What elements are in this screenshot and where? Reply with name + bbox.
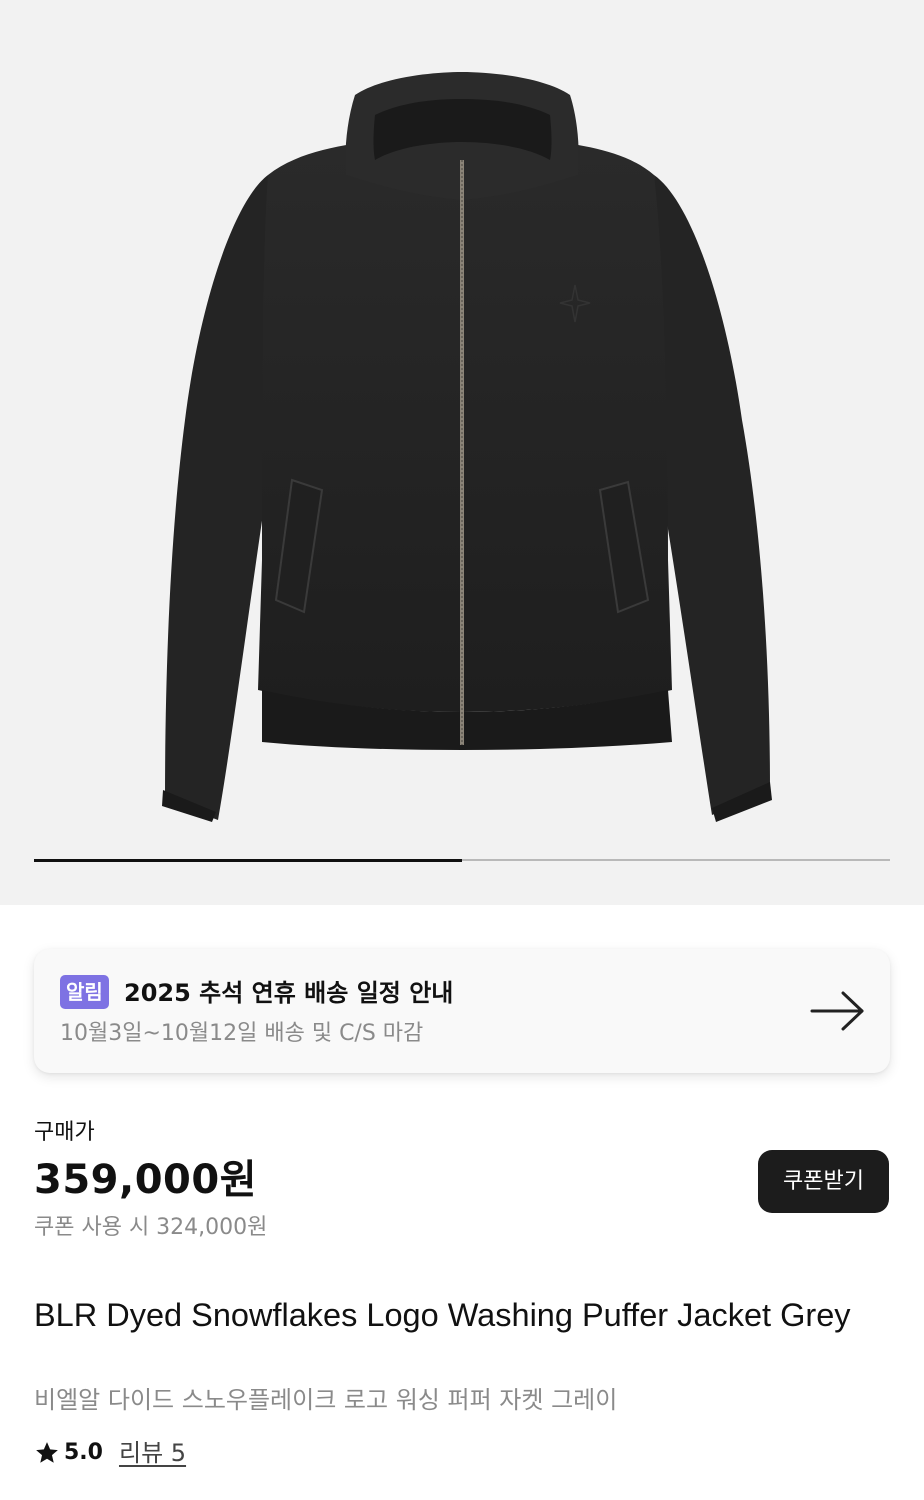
price-label: 구매가 — [34, 1120, 95, 1145]
price-amount: 359,000원 — [34, 1157, 257, 1203]
image-slide-indicator-fill — [34, 858, 462, 862]
notice-title: 2025 추석 연휴 배송 일정 안내 — [124, 979, 454, 1007]
rating-value: 5.0 — [64, 1440, 103, 1465]
notice-subtitle: 10월3일~10월12일 배송 및 C/S 마감 — [60, 1021, 424, 1046]
arrow-right-icon[interactable] — [809, 989, 869, 1033]
product-image-gallery[interactable] — [0, 0, 924, 905]
get-coupon-button[interactable]: 쿠폰받기 — [758, 1150, 889, 1213]
image-slide-indicator — [34, 858, 890, 862]
product-jacket-image — [162, 72, 772, 822]
notice-banner[interactable]: 알림 2025 추석 연휴 배송 일정 안내 10월3일~10월12일 배송 및… — [34, 949, 890, 1073]
product-title: BLR Dyed Snowflakes Logo Washing Puffer … — [34, 1297, 851, 1333]
star-icon — [36, 1442, 58, 1463]
notice-badge: 알림 — [60, 975, 109, 1009]
product-subtitle: 비엘알 다이드 스노우플레이크 로고 워싱 퍼퍼 자켓 그레이 — [34, 1386, 618, 1414]
review-link[interactable]: 리뷰 5 — [119, 1433, 186, 1473]
coupon-price-text: 쿠폰 사용 시 324,000원 — [34, 1215, 268, 1240]
rating-row: 5.0 리뷰 5 — [34, 1433, 186, 1473]
